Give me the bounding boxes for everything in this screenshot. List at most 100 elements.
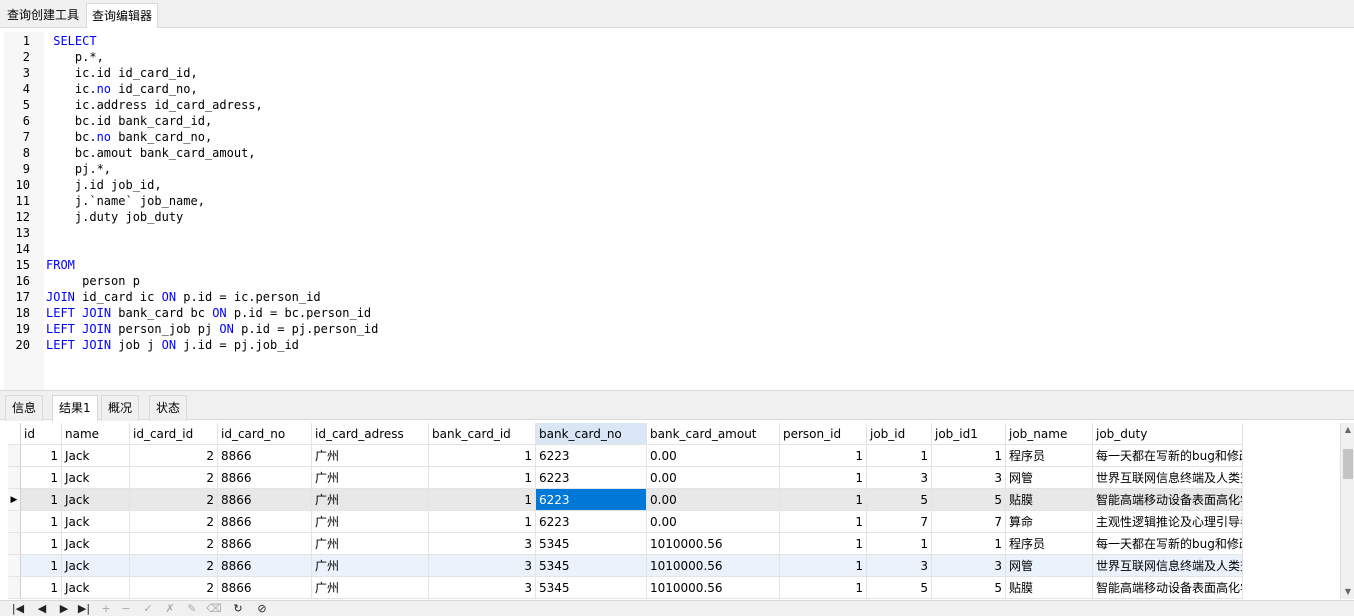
table-cell[interactable]: 1 [21, 489, 62, 511]
table-cell[interactable]: 5 [932, 577, 1006, 599]
tab-query-builder[interactable]: 查询创建工具 [2, 3, 84, 28]
table-cell[interactable]: 0.00 [647, 445, 780, 467]
table-cell[interactable]: 3 [867, 467, 932, 489]
tab-status[interactable]: 状态 [149, 395, 188, 421]
table-cell[interactable]: Jack [62, 445, 130, 467]
table-cell[interactable]: 1010000.56 [647, 555, 780, 577]
table-cell[interactable]: 8866 [218, 511, 312, 533]
row-indicator[interactable] [8, 577, 21, 599]
column-header-bank-card-amout[interactable]: bank_card_amout [647, 423, 780, 445]
table-cell[interactable]: 1 [429, 511, 536, 533]
table-cell[interactable]: 程序员 [1006, 445, 1093, 467]
refresh-icon[interactable]: ↻ [230, 602, 246, 616]
table-cell[interactable]: 1 [780, 467, 867, 489]
prev-record-icon[interactable]: ◀ [34, 602, 50, 616]
column-header-id-card-adress[interactable]: id_card_adress [312, 423, 429, 445]
table-cell[interactable]: 8866 [218, 555, 312, 577]
table-cell[interactable]: 2 [130, 511, 218, 533]
column-header-bank-card-no[interactable]: bank_card_no [536, 423, 647, 445]
table-cell[interactable]: Jack [62, 511, 130, 533]
table-cell[interactable]: 广州 [312, 577, 429, 599]
tab-result1[interactable]: 结果1 [52, 395, 98, 422]
table-cell[interactable]: 1 [21, 577, 62, 599]
column-header-job-duty[interactable]: job_duty [1093, 423, 1243, 445]
table-cell[interactable]: 贴膜 [1006, 489, 1093, 511]
table-cell[interactable]: 网管 [1006, 467, 1093, 489]
table-cell[interactable]: 智能高端移动设备表面高化学 [1093, 577, 1243, 599]
table-cell[interactable]: 7 [867, 511, 932, 533]
tab-profile[interactable]: 概况 [101, 395, 140, 421]
table-cell[interactable]: 8866 [218, 489, 312, 511]
row-indicator[interactable] [8, 533, 21, 555]
table-cell[interactable]: 每一天都在写新的bug和修改 [1093, 533, 1243, 555]
column-header-id-card-id[interactable]: id_card_id [130, 423, 218, 445]
table-cell[interactable]: 3 [932, 555, 1006, 577]
vertical-scrollbar[interactable]: ▲ ▼ [1340, 423, 1354, 599]
table-cell[interactable]: 1 [867, 533, 932, 555]
table-cell[interactable]: Jack [62, 489, 130, 511]
table-cell[interactable]: 程序员 [1006, 533, 1093, 555]
table-cell[interactable]: 1 [21, 555, 62, 577]
table-cell[interactable]: 6223 [536, 489, 647, 511]
table-cell[interactable]: 广州 [312, 489, 429, 511]
table-cell[interactable]: 2 [130, 555, 218, 577]
column-header-name[interactable]: name [62, 423, 130, 445]
scroll-thumb[interactable] [1343, 449, 1353, 479]
table-cell[interactable]: 1 [780, 533, 867, 555]
column-header-job-name[interactable]: job_name [1006, 423, 1093, 445]
column-header-job-id[interactable]: job_id [867, 423, 932, 445]
table-cell[interactable]: 1 [780, 577, 867, 599]
table-cell[interactable]: 1 [780, 555, 867, 577]
table-cell[interactable]: 主观性逻辑推论及心理引导者 [1093, 511, 1243, 533]
edit-icon[interactable]: ✎ [184, 602, 200, 616]
table-cell[interactable]: 1 [429, 489, 536, 511]
table-cell[interactable]: 1 [932, 445, 1006, 467]
table-cell[interactable]: 智能高端移动设备表面高化学 [1093, 489, 1243, 511]
table-cell[interactable]: 3 [867, 555, 932, 577]
delete-record-icon[interactable]: − [118, 602, 134, 616]
table-cell[interactable]: 1 [429, 467, 536, 489]
table-cell[interactable]: 1 [21, 511, 62, 533]
tab-query-editor[interactable]: 查询编辑器 [86, 3, 159, 29]
table-cell[interactable]: 2 [130, 533, 218, 555]
add-record-icon[interactable]: + [98, 602, 114, 616]
table-cell[interactable]: 2 [130, 489, 218, 511]
column-header-person-id[interactable]: person_id [780, 423, 867, 445]
sql-editor[interactable]: 1 SELECT 2 p.*, 3 ic.id id_card_id, 4 ic.no… [0, 28, 1354, 390]
table-cell[interactable]: 5 [932, 489, 1006, 511]
table-cell[interactable]: 广州 [312, 511, 429, 533]
column-header-job-id1[interactable]: job_id1 [932, 423, 1006, 445]
table-cell[interactable]: 2 [130, 467, 218, 489]
table-cell[interactable]: 广州 [312, 467, 429, 489]
row-indicator[interactable] [8, 511, 21, 533]
table-cell[interactable]: 8866 [218, 467, 312, 489]
table-cell[interactable]: 1 [780, 511, 867, 533]
table-cell[interactable]: 3 [429, 577, 536, 599]
table-cell[interactable]: 世界互联网信息终端及人类交 [1093, 555, 1243, 577]
table-cell[interactable]: 6223 [536, 467, 647, 489]
table-cell[interactable]: 3 [429, 555, 536, 577]
row-indicator[interactable] [8, 555, 21, 577]
table-cell[interactable]: 1 [780, 445, 867, 467]
table-cell[interactable]: 3 [932, 467, 1006, 489]
table-cell[interactable]: 1 [867, 445, 932, 467]
table-cell[interactable]: 8866 [218, 577, 312, 599]
table-cell[interactable]: 8866 [218, 445, 312, 467]
table-cell[interactable]: 0.00 [647, 489, 780, 511]
table-cell[interactable]: 0.00 [647, 511, 780, 533]
table-cell[interactable]: 1 [932, 533, 1006, 555]
next-record-icon[interactable]: ▶ [56, 602, 72, 616]
table-cell[interactable]: 世界互联网信息终端及人类交 [1093, 467, 1243, 489]
column-header-bank-card-id[interactable]: bank_card_id [429, 423, 536, 445]
table-cell[interactable]: Jack [62, 577, 130, 599]
table-cell[interactable]: Jack [62, 467, 130, 489]
table-cell[interactable]: 广州 [312, 533, 429, 555]
table-cell[interactable]: 2 [130, 445, 218, 467]
stop-icon[interactable]: ⊘ [254, 602, 270, 616]
table-cell[interactable]: 1 [429, 445, 536, 467]
table-cell[interactable]: 每一天都在写新的bug和修改 [1093, 445, 1243, 467]
table-cell[interactable]: Jack [62, 555, 130, 577]
row-indicator[interactable] [8, 467, 21, 489]
table-cell[interactable]: 1 [21, 445, 62, 467]
table-cell[interactable]: 5345 [536, 577, 647, 599]
